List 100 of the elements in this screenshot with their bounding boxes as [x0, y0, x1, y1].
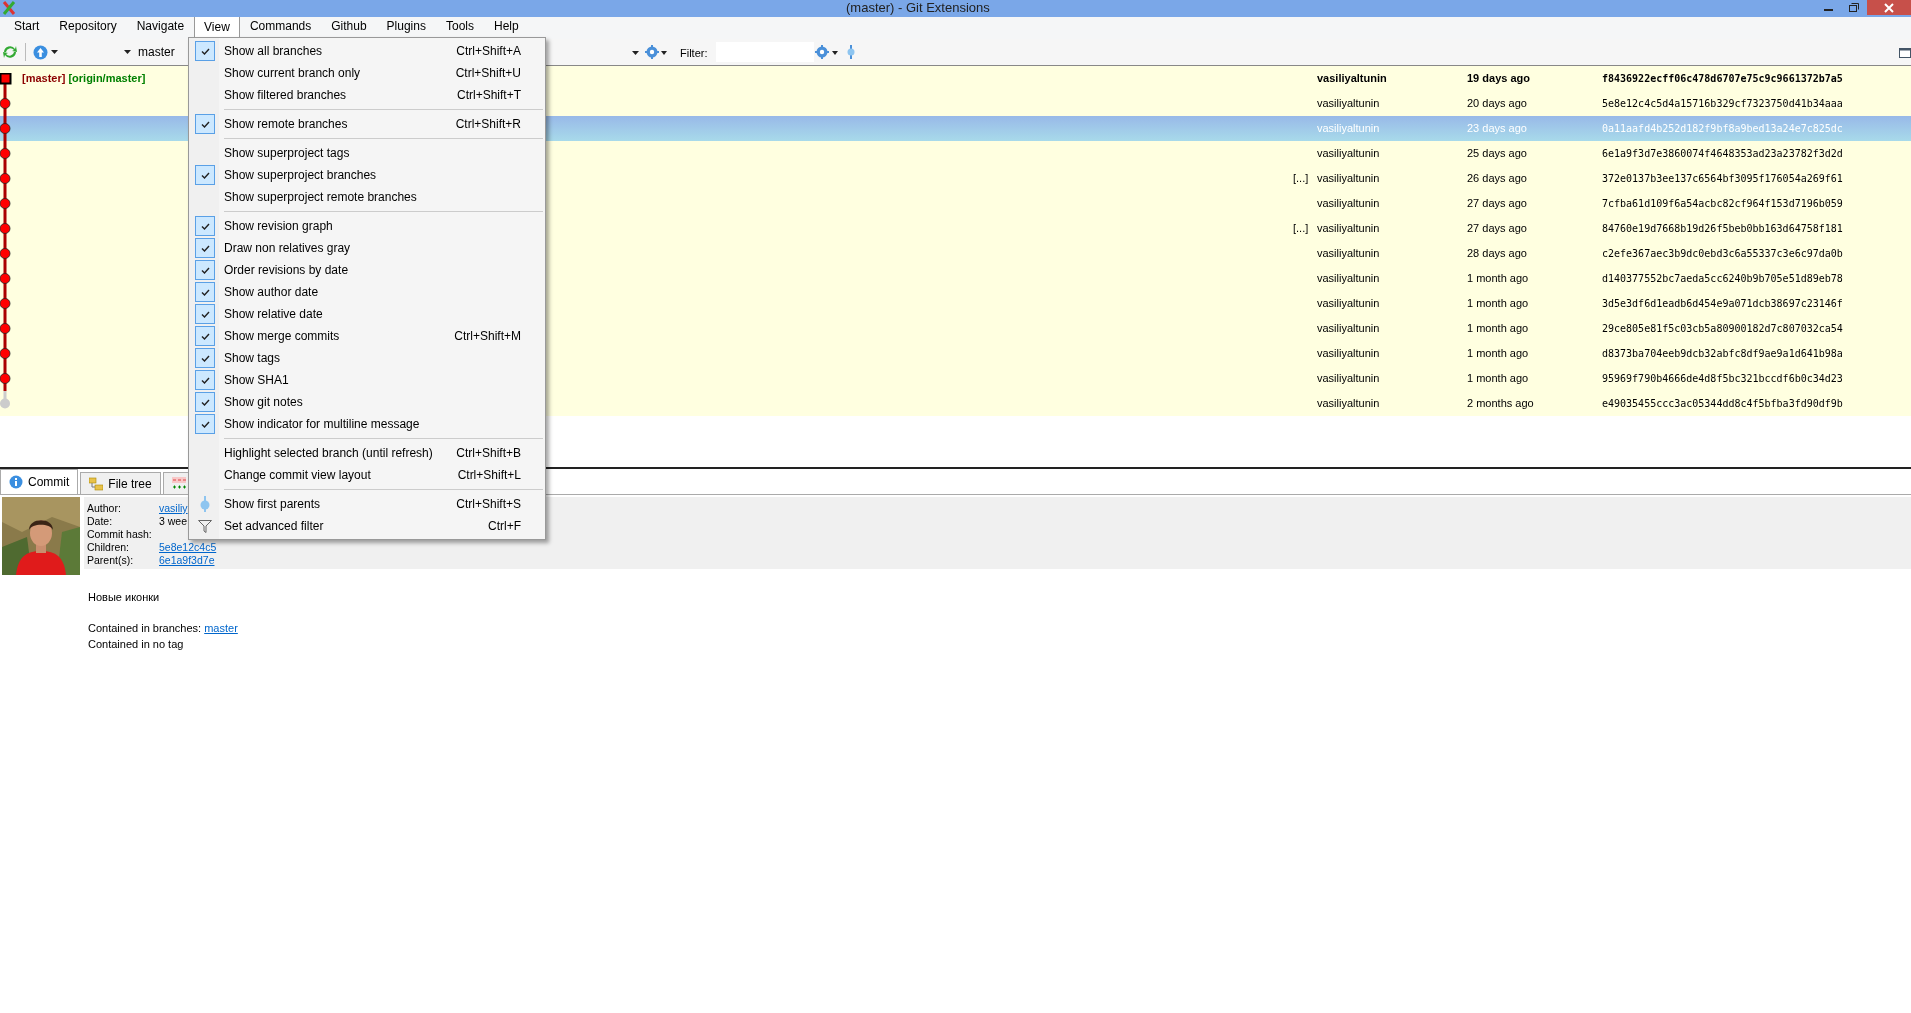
pin-icon[interactable] — [847, 45, 855, 59]
refresh-icon[interactable] — [2, 44, 18, 60]
menu-item[interactable]: Show remote branches Ctrl+Shift+R — [189, 113, 545, 135]
author-cell: vasiliyaltunin — [1317, 122, 1380, 135]
field-link[interactable]: vasiliy — [159, 502, 188, 515]
diff-icon — [171, 476, 186, 491]
hash-cell: d8373ba704eeb9dcb32abfc8df9ae9a1d641b98a — [1602, 348, 1843, 360]
author-cell: vasiliyaltunin — [1317, 397, 1380, 410]
author-cell: vasiliyaltunin — [1317, 297, 1380, 310]
branch-tag: [origin/master] — [68, 72, 146, 85]
hash-cell: 95969f790b4666de4d8f5bc321bccdf6b0c34d23 — [1602, 373, 1843, 385]
branches-label: Contained in branches: — [88, 621, 202, 634]
menu-item[interactable]: Plugins — [376, 14, 436, 39]
menu-item[interactable]: Show SHA1 — [189, 369, 545, 391]
caret-icon[interactable] — [832, 51, 838, 55]
author-cell: vasiliyaltunin — [1317, 197, 1380, 210]
pin-icon — [200, 496, 210, 512]
caret-icon[interactable] — [51, 50, 58, 54]
menu-item[interactable]: Show git notes — [189, 391, 545, 413]
date-cell: 1 month ago — [1467, 322, 1529, 335]
author-cell: vasiliyaltunin — [1317, 147, 1380, 160]
hash-cell: d140377552bc7aeda5cc6240b9b705e51d89eb78 — [1602, 273, 1843, 285]
hash-cell: 5e8e12c4c5d4a15716b329cf7323750d41b34aaa — [1602, 98, 1843, 110]
date-cell: 1 month ago — [1467, 372, 1529, 385]
hash-cell: 6e1a9f3d7e3860074f4648353ad23a23782f3d2d — [1602, 148, 1843, 160]
menu-item[interactable]: Change commit view layout Ctrl+Shift+L — [189, 464, 545, 486]
author-cell: vasiliyaltunin — [1317, 322, 1380, 335]
date-cell: 2 months ago — [1467, 397, 1534, 410]
menu-item[interactable]: Repository — [49, 14, 127, 39]
hash-cell: 0a11aafd4b252d182f9bf8a9bed13a24e7c825dc — [1602, 123, 1843, 135]
menu-item[interactable]: Show revision graph — [189, 215, 545, 237]
menu-item[interactable]: Highlight selected branch (until refresh) Ctrl+Shift+B — [189, 442, 545, 464]
panel-icon[interactable] — [1899, 48, 1911, 58]
date-cell: 26 days ago — [1467, 172, 1527, 185]
menu-item[interactable]: Show first parents Ctrl+Shift+S — [189, 493, 545, 515]
window-title: (master) - Git Extensions — [846, 0, 990, 16]
field-label: Children: — [87, 541, 131, 554]
tab[interactable]: Commit — [0, 469, 79, 494]
menu-item[interactable]: Github — [321, 14, 377, 39]
multiline-marker: [...] — [1293, 172, 1309, 185]
folder-tree-icon — [89, 476, 104, 491]
menu-item[interactable]: Show all branches Ctrl+Shift+A — [189, 40, 545, 62]
date-cell: 20 days ago — [1467, 97, 1527, 110]
tab[interactable]: File tree — [80, 472, 161, 494]
close-icon — [1884, 2, 1894, 13]
field-link[interactable]: 6e1a9f3d7e — [159, 554, 215, 567]
author-cell: vasiliyaltunin — [1317, 372, 1380, 385]
filter-icon — [198, 519, 212, 533]
author-cell: vasiliyaltunin — [1317, 72, 1387, 85]
commit-message: Новые иконки — [88, 590, 161, 605]
date-cell: 19 days ago — [1467, 72, 1530, 85]
caret-icon[interactable] — [124, 50, 131, 54]
hash-cell: 84760e19d7668b19d26f5beb0bb163d64758f181 — [1602, 223, 1843, 235]
date-cell: 27 days ago — [1467, 197, 1527, 210]
author-cell: vasiliyaltunin — [1317, 222, 1380, 235]
menu-item[interactable]: Show tags — [189, 347, 545, 369]
close-button[interactable] — [1867, 0, 1911, 15]
menu-item[interactable]: Show indicator for multiline message — [189, 413, 545, 435]
restore-icon — [1849, 3, 1859, 12]
date-cell: 1 month ago — [1467, 347, 1529, 360]
menu-item[interactable]: Show superproject branches — [189, 164, 545, 186]
hash-cell: f8436922ecff06c478d6707e75c9c9661372b7a5 — [1602, 73, 1843, 85]
multiline-marker: [...] — [1293, 222, 1309, 235]
hash-cell: c2efe367aec3b9dc0ebd3c6a55337c3e6c97da0b — [1602, 248, 1843, 260]
menu-item[interactable]: Help — [483, 14, 529, 39]
date-cell: 1 month ago — [1467, 297, 1529, 310]
menu-item[interactable]: Set advanced filter Ctrl+F — [189, 515, 545, 537]
field-label: Parent(s): — [87, 554, 135, 567]
hash-cell: 372e0137b3ee137c6564bf3095f176054a269f61 — [1602, 173, 1843, 185]
menu-item[interactable]: Commands — [239, 14, 322, 39]
date-cell: 23 days ago — [1467, 122, 1527, 135]
field-link[interactable]: 5e8e12c4c5 — [159, 541, 217, 554]
branch-tag: [master] — [22, 72, 66, 85]
caret-icon[interactable] — [632, 51, 639, 55]
caret-icon[interactable] — [661, 51, 667, 55]
field-value: 3 wee — [159, 515, 188, 528]
hash-cell: 3d5e3df6d1eadb6d454e9a071dcb38697c23146f — [1602, 298, 1843, 310]
author-cell: vasiliyaltunin — [1317, 97, 1380, 110]
hash-cell: e49035455ccc3ac05344dd8c4f5bfba3fd90df9b — [1602, 398, 1843, 410]
filter-field[interactable] — [716, 42, 814, 62]
info-icon — [9, 475, 23, 489]
branch-link[interactable]: master — [204, 621, 238, 634]
menu-item[interactable]: Show superproject tags — [189, 142, 545, 164]
date-cell: 28 days ago — [1467, 247, 1527, 260]
date-cell: 25 days ago — [1467, 147, 1527, 160]
hash-cell: 29ce805e81f5c03cb5a80900182d7c807032ca54 — [1602, 323, 1843, 335]
tags-text: Contained in no tag — [88, 637, 185, 652]
author-cell: vasiliyaltunin — [1317, 347, 1380, 360]
author-cell: vasiliyaltunin — [1317, 247, 1380, 260]
menu-item[interactable]: Start — [4, 14, 50, 39]
menu-item[interactable]: Navigate — [126, 14, 195, 39]
filter-label: Filter: — [680, 46, 708, 61]
date-cell: 27 days ago — [1467, 222, 1527, 235]
app-logo-icon — [2, 1, 16, 15]
author-cell: vasiliyaltunin — [1317, 272, 1380, 285]
author-cell: vasiliyaltunin — [1317, 172, 1380, 185]
menu-item[interactable]: Tools — [435, 14, 484, 39]
field-label: Commit hash: — [87, 528, 153, 541]
hash-cell: 7cfba61d109f6a54acbc82cf964f153d7196b059 — [1602, 198, 1843, 210]
date-cell: 1 month ago — [1467, 272, 1529, 285]
